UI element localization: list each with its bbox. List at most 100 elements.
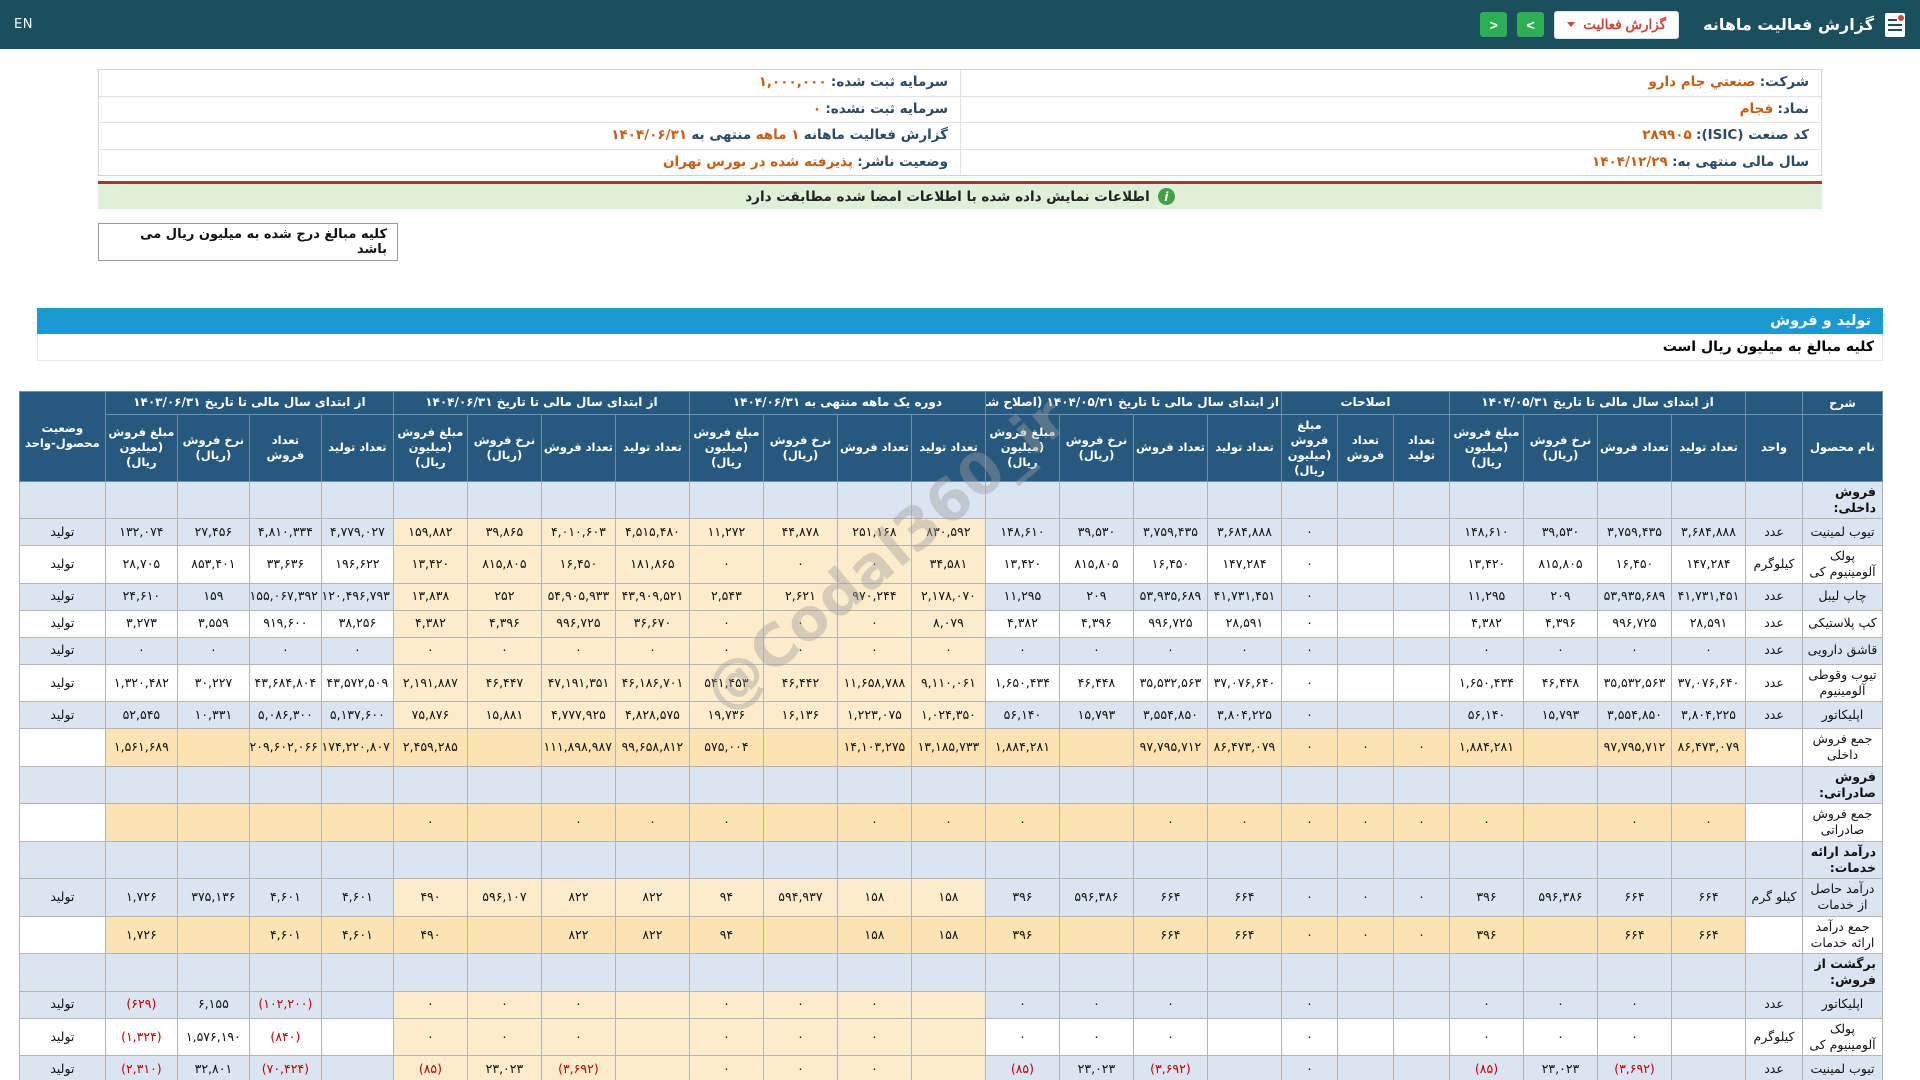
- value-cell: ۱,۷۲۶: [104, 915, 178, 955]
- unit-header: واحد: [1745, 413, 1803, 482]
- value-cell: ۳۵,۵۳۲,۵۶۳: [1132, 663, 1208, 703]
- value-cell: ۳۳,۶۳۶: [248, 545, 322, 584]
- unit-cell: کیلوگرم: [1745, 1017, 1803, 1057]
- empty-cell: [466, 953, 542, 992]
- value-cell: ۳۴,۵۸۱: [910, 545, 986, 584]
- value-cell: ۳۶,۶۷۰: [614, 609, 690, 638]
- empty-cell: [466, 480, 542, 520]
- value-cell: ۰: [1058, 1017, 1134, 1057]
- value-cell: ۸۱۵,۸۰۵: [466, 545, 542, 584]
- value-cell: ۳۹,۵۳۰: [1523, 518, 1598, 547]
- value-cell: ۱۵۹,۸۸۲: [392, 518, 468, 547]
- value-cell: ۰: [836, 1017, 912, 1057]
- value-cell: ۴,۷۷۷,۹۲۵: [540, 701, 616, 730]
- value-cell: [1336, 990, 1394, 1019]
- value-cell: ۵,۰۸۶,۳۰۰: [248, 701, 322, 730]
- value-cell: ۰: [1280, 728, 1338, 767]
- value-cell: [1671, 1017, 1746, 1057]
- value-cell: ۸۱۵,۸۰۵: [1058, 545, 1134, 584]
- value-cell: ۴,۳۹۶: [466, 609, 542, 638]
- value-cell: ۹۱۹,۶۰۰: [248, 609, 322, 638]
- group-header: از ابتدای سال مالی تا تاریخ ۱۴۰۴/۰۵/۳۱: [1448, 391, 1747, 415]
- value-cell: ۸۲۲: [614, 915, 690, 955]
- value-cell: [1336, 609, 1394, 638]
- value-cell: ۴۶,۴۴۸: [1523, 663, 1598, 703]
- value-cell: ۴۳,۹۰۹,۵۲۱: [614, 582, 690, 611]
- info-cell: گزارش فعالیت ماهانه ۱ ماهه منتهی به ۱۴۰۴…: [99, 122, 960, 149]
- report-type-dropdown[interactable]: گزارش فعالیت: [1554, 10, 1680, 39]
- value-cell: ۳۵,۵۳۲,۵۶۳: [1597, 663, 1672, 703]
- empty-cell: [248, 480, 322, 520]
- unit-cell: عدد: [1745, 663, 1803, 703]
- value-cell: ۰: [1671, 636, 1746, 665]
- value-cell: [1392, 518, 1450, 547]
- value-cell: ۳,۷۵۹,۴۳۵: [1597, 518, 1672, 547]
- nav-forward-button[interactable]: >: [1517, 12, 1545, 37]
- section-row: درآمد ارائه خدمات:: [18, 840, 1883, 880]
- value-cell: ۱۵۹: [176, 582, 250, 611]
- status-cell: تولید: [18, 990, 106, 1019]
- value-cell: ۴۹۰: [392, 915, 468, 955]
- section-label-cell: فروش داخلی:: [1802, 480, 1883, 520]
- empty-cell: [1392, 953, 1450, 992]
- value-cell: [466, 728, 542, 767]
- status-cell: تولید: [18, 1017, 106, 1057]
- value-cell: ۰: [1280, 1017, 1338, 1057]
- value-cell: ۰: [836, 990, 912, 1019]
- value-cell: ۰: [984, 636, 1060, 665]
- value-cell: ۰: [1132, 636, 1208, 665]
- value-cell: ۰: [466, 1017, 542, 1057]
- section-title-bar: تولید و فروش: [37, 308, 1883, 335]
- sub-column-header: مبلغ فروش (میلیون ریال): [984, 413, 1060, 482]
- info-label: سرمایه ثبت شده:: [830, 74, 948, 90]
- empty-cell: [104, 765, 178, 805]
- value-cell: ۰: [688, 545, 764, 584]
- value-cell: ۰: [836, 803, 912, 842]
- total-row: جمع درآمد ارائه خدمات ۶۶۴ ۶۶۴ ۳۹۶ ۰ ۰ ۰ ۶۶۴ ۶۶۴ ۳…: [18, 915, 1883, 955]
- language-toggle[interactable]: EN: [14, 17, 33, 32]
- value-cell: ۶۶۴: [1671, 915, 1746, 955]
- value-cell: ۱۰,۳۳۱: [176, 701, 250, 730]
- value-cell: ۲,۶۲۱: [762, 582, 838, 611]
- value-cell: ۱۶,۱۳۶: [762, 701, 838, 730]
- empty-cell: [1132, 953, 1208, 992]
- status-cell: [18, 728, 106, 767]
- value-cell: ۲۵۲: [466, 582, 542, 611]
- value-cell: ۸۱۵,۸۰۵: [1523, 545, 1598, 584]
- total-row: جمع فروش صادراتی ۰ ۰ ۰ ۰ ۰ ۰ ۰ ۰ ۰ ۰ ۰ ۰ ۰ ۰ ۰: [18, 803, 1883, 842]
- value-cell: ۶,۱۵۵: [176, 990, 250, 1019]
- value-cell: [466, 803, 542, 842]
- value-cell: ۲۴,۶۱۰: [104, 582, 178, 611]
- section-row: فروش صادراتی:: [18, 765, 1883, 805]
- table-row: درآمد حاصل از خدمات کیلو گرم ۶۶۴ ۶۶۴ ۵۹۶,۳۸۶…: [18, 878, 1883, 917]
- info-cell: وضعیت ناشر: پذیرفته شده در بورس تهران: [99, 148, 960, 176]
- value-cell: ۱۳,۱۸۵,۷۳۳: [910, 728, 986, 767]
- value-cell: [614, 1017, 690, 1057]
- value-cell: ۱,۷۲۶: [104, 878, 178, 917]
- value-cell: [1392, 636, 1450, 665]
- empty-cell: [614, 765, 690, 805]
- status-cell: [18, 840, 106, 880]
- status-cell: تولید: [18, 582, 106, 611]
- empty-cell: [1448, 840, 1525, 880]
- sub-column-header: نرخ فروش (ریال): [176, 413, 250, 482]
- empty-cell: [1336, 480, 1394, 520]
- product-name-cell: پولک آلومینیوم کی: [1802, 1017, 1883, 1057]
- value-cell: ۱۴۸,۶۱۰: [984, 518, 1060, 547]
- value-cell: ۰: [1132, 1017, 1208, 1057]
- desc-header: شرح: [1802, 391, 1883, 415]
- nav-back-button[interactable]: <: [1480, 12, 1508, 37]
- info-label: منتهی به: [691, 127, 752, 144]
- sub-column-header: تعداد فروش: [836, 413, 912, 482]
- table-row: تیوب لمینیت عدد ۳,۶۸۴,۸۸۸ ۳,۷۵۹,۴۳۵ ۳۹,۵۳۰ ۱۴…: [18, 518, 1883, 547]
- value-cell: ۰: [466, 990, 542, 1019]
- total-row: جمع فروش داخلی ۸۶,۴۷۳,۰۷۹ ۹۷,۷۹۵,۷۱۲ ۱,۸۸۴,…: [18, 728, 1883, 767]
- value-cell: ۱۵۸: [910, 878, 986, 917]
- empty-cell: [984, 953, 1060, 992]
- table-row: پولک آلومینیوم کی کیلوگرم ۱۴۷,۲۸۴ ۱۶,۴۵۰ ۸۱۵…: [18, 545, 1883, 584]
- value-cell: (۸۵): [984, 1055, 1060, 1080]
- value-cell: ۰: [762, 1055, 838, 1080]
- unit-cell: عدد: [1745, 582, 1803, 611]
- info-label: سرمایه ثبت نشده:: [825, 100, 948, 117]
- report-icon: [1884, 12, 1906, 38]
